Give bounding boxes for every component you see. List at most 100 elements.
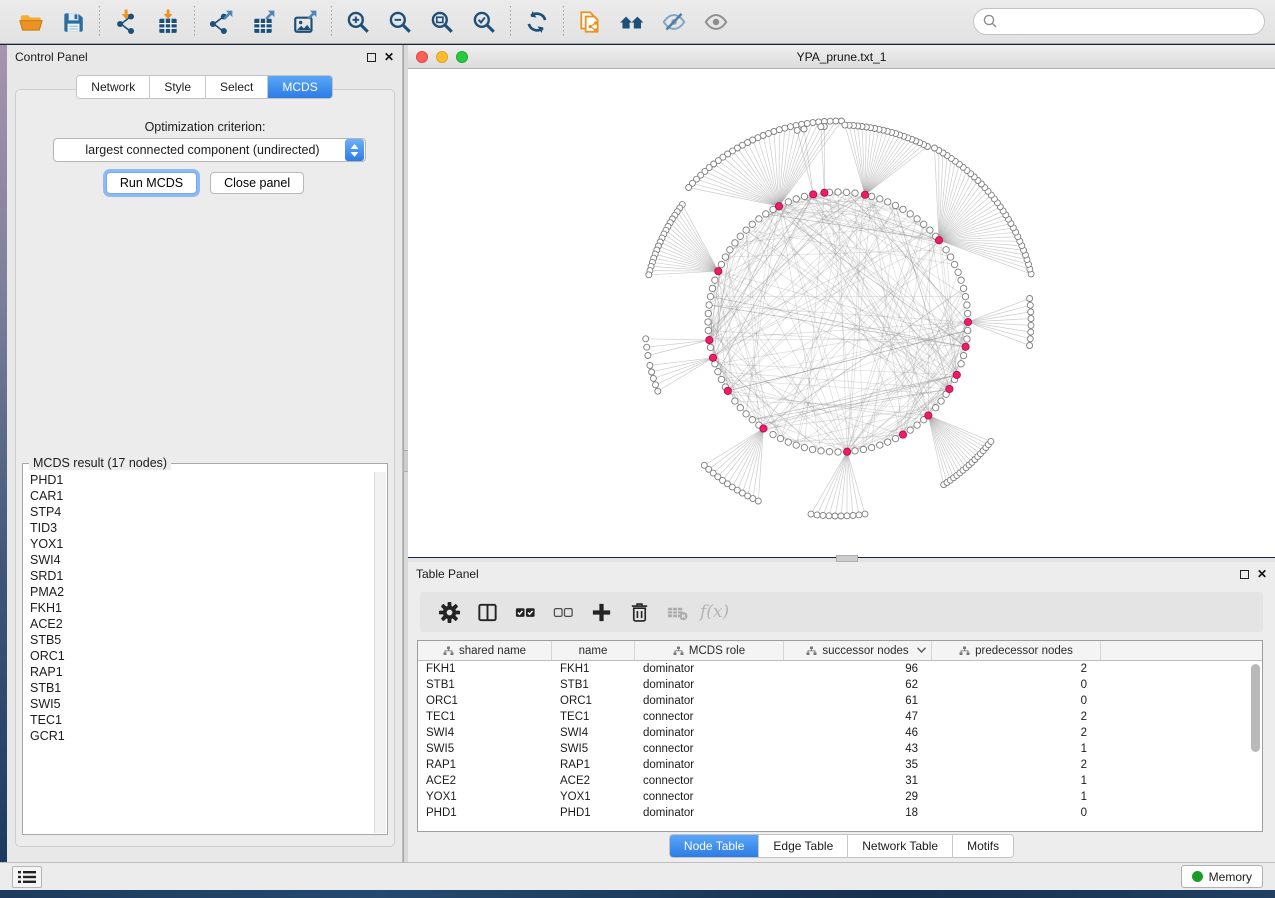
network-node[interactable] <box>770 431 776 437</box>
mcds-result-item[interactable]: ACE2 <box>24 616 374 632</box>
memory-button[interactable]: Memory <box>1181 865 1263 888</box>
network-node[interactable] <box>787 124 793 130</box>
mcds-result-item[interactable]: FKH1 <box>24 600 374 616</box>
table-row-SWI4[interactable]: SWI4SWI4dominator462 <box>418 725 1262 741</box>
network-node[interactable] <box>838 513 844 519</box>
mcds-node[interactable] <box>964 318 971 325</box>
tab-motifs[interactable]: Motifs <box>953 835 1013 857</box>
close-table-panel-icon[interactable]: ✕ <box>1257 570 1267 579</box>
mcds-result-item[interactable]: YOX1 <box>24 536 374 552</box>
network-node[interactable] <box>718 261 724 267</box>
network-node[interactable] <box>705 310 711 316</box>
mcds-node[interactable] <box>925 412 932 419</box>
network-node[interactable] <box>852 448 858 454</box>
network-node[interactable] <box>947 254 953 260</box>
delete-button[interactable] <box>620 596 658 628</box>
mcds-result-item[interactable]: PMA2 <box>24 584 374 600</box>
network-node[interactable] <box>650 375 656 381</box>
network-node[interactable] <box>1027 343 1033 349</box>
network-node[interactable] <box>782 125 788 131</box>
optimization-criterion-dropdown[interactable]: largest connected component (undirected) <box>53 138 366 162</box>
mcds-result-item[interactable]: STP4 <box>24 504 374 520</box>
show-eye-button[interactable] <box>695 4 737 40</box>
network-node[interactable] <box>965 310 971 316</box>
network-node[interactable] <box>801 193 807 199</box>
table-row-RAP1[interactable]: RAP1RAP1dominator352 <box>418 757 1262 773</box>
tab-network[interactable]: Network <box>77 76 150 98</box>
network-node[interactable] <box>794 127 800 133</box>
mcds-result-item[interactable]: STB5 <box>24 632 374 648</box>
network-node[interactable] <box>818 448 824 454</box>
network-node[interactable] <box>964 302 970 308</box>
zoom-fit-button[interactable] <box>421 4 463 40</box>
horizontal-splitter-handle[interactable] <box>836 555 858 562</box>
network-node[interactable] <box>732 240 738 246</box>
select-all-button[interactable] <box>506 596 544 628</box>
zoom-in-button[interactable] <box>337 4 379 40</box>
network-node[interactable] <box>877 442 883 448</box>
column-header-shared-name[interactable]: shared name <box>418 641 552 660</box>
column-header-predecessor-nodes[interactable]: predecessor nodes <box>932 641 1101 660</box>
network-node[interactable] <box>844 513 850 519</box>
network-node[interactable] <box>962 293 968 299</box>
network-node[interactable] <box>643 336 649 342</box>
network-node[interactable] <box>737 233 743 239</box>
network-node[interactable] <box>964 336 970 342</box>
clone-network-button[interactable] <box>569 4 611 40</box>
zoom-out-button[interactable] <box>379 4 421 40</box>
network-node[interactable] <box>842 122 848 128</box>
table-row-ORC1[interactable]: ORC1ORC1dominator610 <box>418 693 1262 709</box>
network-node[interactable] <box>785 199 791 205</box>
mcds-result-item[interactable]: PHD1 <box>24 472 374 488</box>
network-node[interactable] <box>809 446 815 452</box>
network-node[interactable] <box>705 319 711 325</box>
zoom-selected-button[interactable] <box>463 4 505 40</box>
network-node[interactable] <box>827 118 833 124</box>
network-node[interactable] <box>785 439 791 445</box>
search-input[interactable] <box>973 8 1265 35</box>
network-node[interactable] <box>743 411 749 417</box>
network-node[interactable] <box>820 512 826 518</box>
network-node[interactable] <box>960 285 966 291</box>
network-node[interactable] <box>818 124 824 130</box>
tab-select[interactable]: Select <box>206 76 268 98</box>
mcds-node[interactable] <box>760 425 767 432</box>
mcds-node[interactable] <box>724 387 731 394</box>
tab-node-table[interactable]: Node Table <box>670 835 760 857</box>
mcds-node[interactable] <box>775 203 782 210</box>
split-panel-button[interactable] <box>468 596 506 628</box>
export-table-button[interactable] <box>242 4 284 40</box>
network-node[interactable] <box>646 272 652 278</box>
column-header-name[interactable]: name <box>552 641 635 660</box>
network-node[interactable] <box>892 202 898 208</box>
add-column-button[interactable] <box>582 596 620 628</box>
network-node[interactable] <box>655 388 661 394</box>
table-row-TEC1[interactable]: TEC1TEC1connector472 <box>418 709 1262 725</box>
table-row-YOX1[interactable]: YOX1YOX1connector291 <box>418 789 1262 805</box>
open-folder-button[interactable] <box>10 4 52 40</box>
network-node[interactable] <box>727 247 733 253</box>
table-scrollbar-thumb[interactable] <box>1251 664 1260 752</box>
network-node[interactable] <box>1027 336 1033 342</box>
refresh-button[interactable] <box>516 4 558 40</box>
run-mcds-button[interactable]: Run MCDS <box>106 172 197 194</box>
mcds-node[interactable] <box>715 268 722 275</box>
hide-eye-button[interactable] <box>653 4 695 40</box>
network-node[interactable] <box>712 277 718 283</box>
network-node[interactable] <box>868 444 874 450</box>
network-node[interactable] <box>756 216 762 222</box>
network-node[interactable] <box>801 444 807 450</box>
network-node[interactable] <box>709 285 715 291</box>
network-node[interactable] <box>852 190 858 196</box>
network-node[interactable] <box>810 120 816 126</box>
network-node[interactable] <box>801 126 807 132</box>
network-node[interactable] <box>907 427 913 433</box>
network-node[interactable] <box>927 227 933 233</box>
mcds-node[interactable] <box>706 337 713 344</box>
network-node[interactable] <box>862 511 868 517</box>
network-node[interactable] <box>808 511 814 517</box>
network-node[interactable] <box>706 302 712 308</box>
network-node[interactable] <box>763 211 769 217</box>
mcds-result-item[interactable]: GCR1 <box>24 728 374 744</box>
network-node[interactable] <box>933 405 939 411</box>
